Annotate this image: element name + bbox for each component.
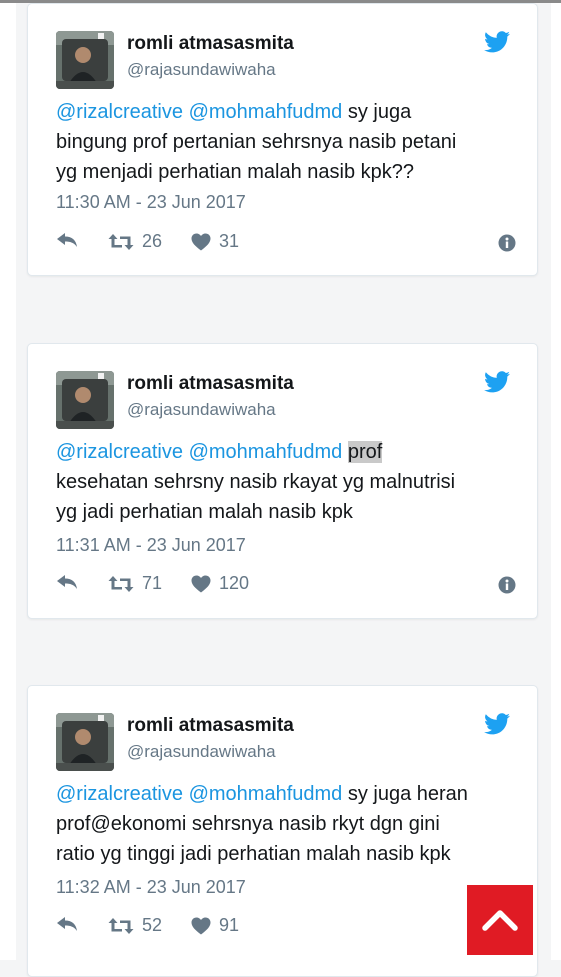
like-button[interactable]: 120 bbox=[191, 573, 249, 594]
tweet-line: yg menjadi perhatian malah nasib kpk?? bbox=[56, 161, 414, 183]
reply-icon bbox=[57, 233, 77, 247]
like-count: 91 bbox=[219, 915, 240, 935]
tweet-line: kesehatan sehrsny nasib rkayat yg malnut… bbox=[56, 471, 456, 493]
tweet-card: romli atmasasmita @rajasundawiwaha @riza… bbox=[27, 3, 538, 276]
chevron-up-icon bbox=[482, 910, 518, 931]
tweet-text: @rizalcreative @mohmahfudmd prof kesehat… bbox=[56, 437, 521, 527]
mention-link[interactable]: @mohmahfudmd bbox=[189, 441, 343, 463]
like-count: 120 bbox=[219, 573, 250, 593]
avatar[interactable] bbox=[56, 371, 114, 429]
twitter-bird-icon bbox=[484, 713, 510, 735]
user-handle[interactable]: @rajasundawiwaha bbox=[127, 60, 276, 80]
tweet-actions: 52 91 bbox=[56, 915, 516, 939]
twitter-bird-icon bbox=[484, 31, 510, 53]
mention-link[interactable]: @rizalcreative bbox=[56, 101, 183, 123]
info-button[interactable] bbox=[498, 234, 516, 257]
tweet-actions: 26 31 bbox=[56, 231, 516, 255]
like-button[interactable]: 31 bbox=[191, 231, 239, 252]
reply-icon bbox=[57, 917, 77, 931]
timestamp[interactable]: 11:30 AM - 23 Jun 2017 bbox=[56, 192, 246, 213]
heart-icon bbox=[191, 575, 211, 592]
retweet-icon bbox=[108, 233, 134, 250]
scroll-to-top-button[interactable] bbox=[467, 885, 533, 955]
tweet-line: prof@ekonomi sehrsnya nasib rkyt dgn gin… bbox=[56, 813, 440, 835]
timestamp[interactable]: 11:32 AM - 23 Jun 2017 bbox=[56, 877, 246, 898]
tweet-text: @rizalcreative @mohmahfudmd sy juga hera… bbox=[56, 779, 521, 869]
display-name[interactable]: romli atmasasmita bbox=[127, 715, 294, 737]
retweet-count: 52 bbox=[142, 915, 163, 935]
twitter-bird-icon bbox=[484, 371, 510, 393]
avatar[interactable] bbox=[56, 713, 114, 771]
retweet-icon bbox=[108, 917, 134, 934]
heart-icon bbox=[191, 917, 211, 934]
retweet-button[interactable]: 52 bbox=[108, 915, 162, 936]
like-button[interactable]: 91 bbox=[191, 915, 239, 936]
tweet-line: bingung prof pertanian sehrsnya nasib pe… bbox=[56, 131, 457, 153]
info-button[interactable] bbox=[498, 576, 516, 599]
display-name[interactable]: romli atmasasmita bbox=[127, 33, 294, 55]
tweet-line-text: sy juga bbox=[347, 101, 412, 123]
mention-link[interactable]: @mohmahfudmd bbox=[189, 783, 343, 805]
timestamp[interactable]: 11:31 AM - 23 Jun 2017 bbox=[56, 535, 246, 556]
reply-button[interactable] bbox=[56, 231, 78, 249]
tweet-line: @rizalcreative @mohmahfudmd sy juga bbox=[56, 97, 521, 127]
retweet-count: 26 bbox=[142, 231, 163, 251]
like-count: 31 bbox=[219, 231, 240, 251]
reply-button[interactable] bbox=[56, 573, 78, 591]
avatar[interactable] bbox=[56, 31, 114, 89]
tweet-line: yg jadi perhatian malah nasib kpk bbox=[56, 501, 353, 523]
reply-icon bbox=[57, 575, 77, 589]
tweet-card: romli atmasasmita @rajasundawiwaha @riza… bbox=[27, 343, 538, 619]
tweet-line: @rizalcreative @mohmahfudmd sy juga hera… bbox=[56, 779, 521, 809]
tweet-line-text: sy juga heran bbox=[347, 783, 468, 805]
mention-link[interactable]: @rizalcreative bbox=[56, 783, 183, 805]
info-icon bbox=[498, 576, 516, 594]
mention-link[interactable]: @mohmahfudmd bbox=[189, 101, 343, 123]
right-margin bbox=[551, 3, 561, 960]
mention-link[interactable]: @rizalcreative bbox=[56, 441, 183, 463]
retweet-icon bbox=[108, 575, 134, 592]
display-name[interactable]: romli atmasasmita bbox=[127, 373, 294, 395]
retweet-button[interactable]: 26 bbox=[108, 231, 162, 252]
tweet-card: romli atmasasmita @rajasundawiwaha @riza… bbox=[27, 685, 538, 977]
info-icon bbox=[498, 234, 516, 252]
tweet-text: @rizalcreative @mohmahfudmd sy juga bing… bbox=[56, 97, 521, 187]
heart-icon bbox=[191, 233, 211, 250]
highlighted-text: prof bbox=[347, 441, 383, 463]
tweet-line: @rizalcreative @mohmahfudmd prof bbox=[56, 437, 521, 467]
tweet-actions: 71 120 bbox=[56, 573, 516, 597]
user-handle[interactable]: @rajasundawiwaha bbox=[127, 742, 276, 762]
user-handle[interactable]: @rajasundawiwaha bbox=[127, 400, 276, 420]
retweet-button[interactable]: 71 bbox=[108, 573, 162, 594]
reply-button[interactable] bbox=[56, 915, 78, 933]
tweet-line: ratio yg tinggi jadi perhatian malah nas… bbox=[56, 843, 451, 865]
left-margin bbox=[0, 3, 16, 960]
retweet-count: 71 bbox=[142, 573, 163, 593]
